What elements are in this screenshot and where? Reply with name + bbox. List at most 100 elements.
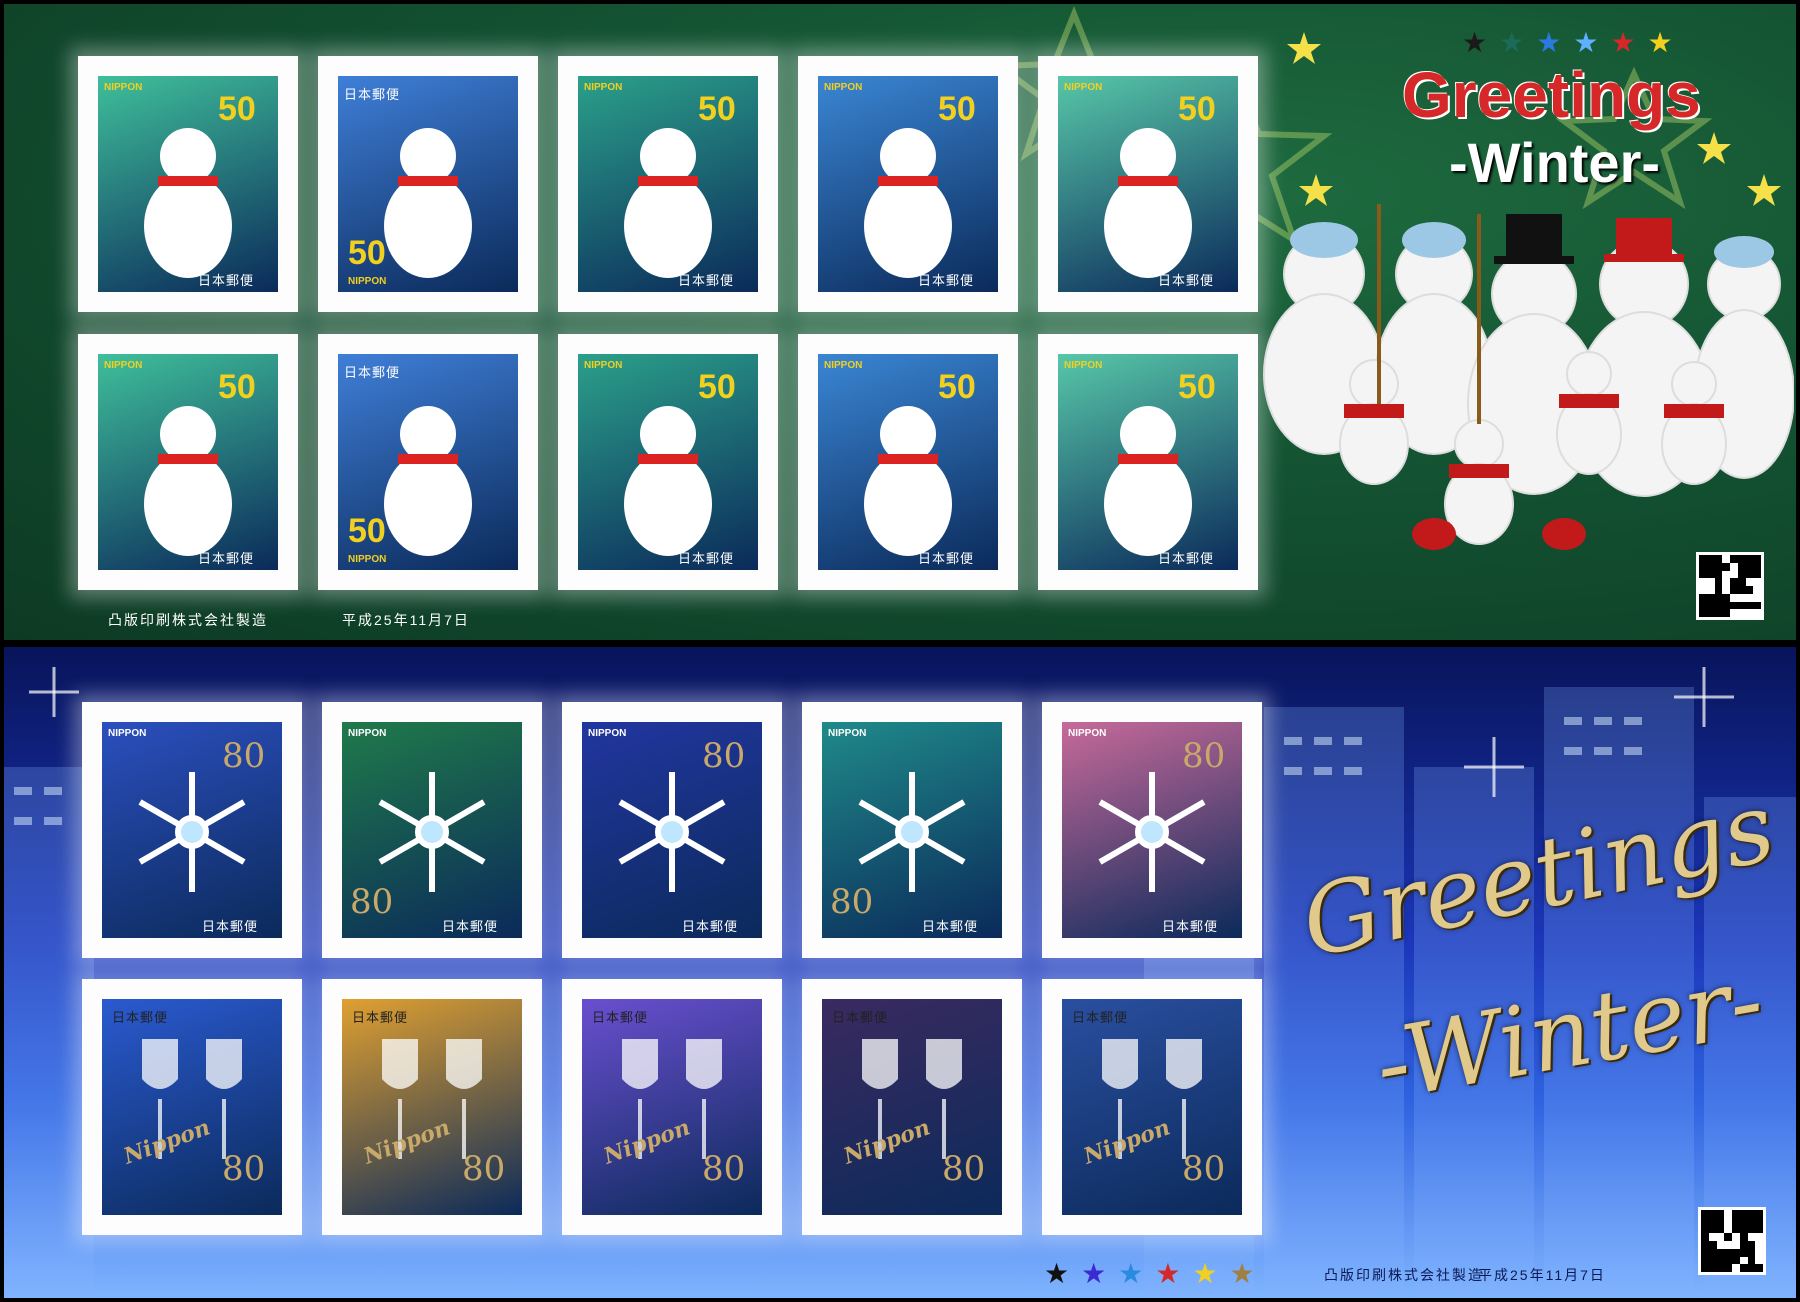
stamp-bottom-sheet-8: 80 Nippon 日本郵便	[562, 979, 782, 1235]
stamp-postal-label: 日本郵便	[1158, 273, 1215, 288]
stamp-denomination: 80	[702, 1149, 746, 1189]
stamp-denomination: 80	[1182, 1149, 1226, 1189]
stamp-country-label: NIPPON	[348, 728, 387, 739]
stamp-postal-label: 日本郵便	[344, 365, 401, 380]
stamp-postal-label: 日本郵便	[112, 1010, 169, 1025]
top-color-stars: ★ ★ ★ ★ ★ ★	[1462, 26, 1673, 59]
color-star-icon: ★	[1573, 27, 1599, 58]
stamp-denomination: 50	[1178, 90, 1216, 128]
stamp-postal-label: 日本郵便	[918, 551, 975, 566]
stamp-postal-label: 日本郵便	[1072, 1010, 1129, 1025]
stamp-postal-label: 日本郵便	[1162, 919, 1219, 934]
color-star-icon: ★	[1118, 1258, 1144, 1289]
stamp-denomination: 50	[698, 90, 736, 128]
stamp-top-sheet-6: 50 NIPPON 日本郵便	[78, 334, 298, 590]
stamp-bottom-sheet-3: 80 NIPPON 日本郵便	[562, 702, 782, 958]
bottom-color-stars: ★ ★ ★ ★ ★ ★	[1044, 1257, 1255, 1290]
top-printer-imprint: 凸版印刷株式会社製造	[108, 612, 268, 628]
stamp-country-label: NIPPON	[584, 360, 623, 371]
stamp-bottom-sheet-7: 80 Nippon 日本郵便	[322, 979, 542, 1235]
color-star-icon: ★	[1155, 1258, 1181, 1289]
stamp-postal-label: 日本郵便	[678, 551, 735, 566]
stamp-bottom-sheet-6: 80 Nippon 日本郵便	[82, 979, 302, 1235]
stamp-top-sheet-3: 50 NIPPON 日本郵便	[558, 56, 778, 312]
stamp-country-label: NIPPON	[588, 728, 627, 739]
stamp-denomination: 50	[938, 368, 976, 406]
stamp-country-label: NIPPON	[348, 276, 387, 287]
stamp-denomination: 50	[218, 368, 256, 406]
stamp-top-sheet-4: 50 NIPPON 日本郵便	[798, 56, 1018, 312]
color-star-icon: ★	[1647, 27, 1673, 58]
stamp-denomination: 80	[1182, 736, 1226, 776]
stamp-postal-label: 日本郵便	[678, 273, 735, 288]
stamp-denomination: 80	[222, 1149, 266, 1189]
stamp-denomination: 80	[462, 1149, 506, 1189]
bottom-printer-imprint: 凸版印刷株式会社製造	[1324, 1267, 1484, 1283]
bottom-qr-code	[1698, 1207, 1766, 1275]
stamp-denomination: 80	[350, 882, 394, 922]
stamp-country-label: NIPPON	[1064, 360, 1103, 371]
stamp-country-label: NIPPON	[348, 554, 387, 565]
stamp-postal-label: 日本郵便	[198, 551, 255, 566]
stamp-denomination: 80	[942, 1149, 986, 1189]
stamp-denomination: 50	[348, 234, 386, 272]
stamp-country-label: NIPPON	[1068, 728, 1107, 739]
stamp-bottom-sheet-5: 80 NIPPON 日本郵便	[1042, 702, 1262, 958]
stamp-bottom-sheet-4: 80 NIPPON 日本郵便	[802, 702, 1022, 958]
stamp-denomination: 50	[1178, 368, 1216, 406]
stamp-country-label: NIPPON	[584, 82, 623, 93]
stamp-top-sheet-5: 50 NIPPON 日本郵便	[1038, 56, 1258, 312]
stamp-country-label: NIPPON	[104, 82, 143, 93]
stamp-denomination: 80	[830, 882, 874, 922]
stamp-top-sheet-2: 50 NIPPON 日本郵便	[318, 56, 538, 312]
stamp-top-sheet-8: 50 NIPPON 日本郵便	[558, 334, 778, 590]
stamp-postal-label: 日本郵便	[682, 919, 739, 934]
top-qr-code	[1696, 552, 1764, 620]
stamp-postal-label: 日本郵便	[832, 1010, 889, 1025]
top-title-greetings: Greetings	[1402, 59, 1701, 131]
stamp-denomination: 80	[702, 736, 746, 776]
color-star-icon: ★	[1229, 1258, 1255, 1289]
stamp-denomination: 50	[698, 368, 736, 406]
stamp-postal-label: 日本郵便	[922, 919, 979, 934]
stamp-country-label: NIPPON	[1064, 82, 1103, 93]
stamp-top-sheet-9: 50 NIPPON 日本郵便	[798, 334, 1018, 590]
color-star-icon: ★	[1462, 27, 1488, 58]
stamp-postal-label: 日本郵便	[592, 1010, 649, 1025]
stamp-postal-label: 日本郵便	[198, 273, 255, 288]
stamp-postal-label: 日本郵便	[352, 1010, 409, 1025]
blue-stamp-sheet: 80 NIPPON 日本郵便 80 NIPPON 日本郵便 80 NIPPON 日本郵便 80 NI…	[4, 647, 1796, 1298]
green-stamp-sheet: 50 NIPPON 日本郵便 50 NIPPON 日本郵便 50 NIPPON 日本郵便 50 NI…	[4, 4, 1796, 640]
stamp-country-label: NIPPON	[824, 360, 863, 371]
stamp-bottom-sheet-1: 80 NIPPON 日本郵便	[82, 702, 302, 958]
stamp-country-label: NIPPON	[104, 360, 143, 371]
snowman-group-illustration	[1263, 204, 1794, 550]
color-star-icon: ★	[1081, 1258, 1107, 1289]
stamp-sheets-image: 50 NIPPON 日本郵便 50 NIPPON 日本郵便 50 NIPPON 日本郵便 50 NI…	[0, 0, 1800, 1302]
stamp-top-sheet-1: 50 NIPPON 日本郵便	[78, 56, 298, 312]
stamp-country-label: NIPPON	[824, 82, 863, 93]
stamp-top-sheet-10: 50 NIPPON 日本郵便	[1038, 334, 1258, 590]
top-issue-date: 平成25年11月7日	[342, 612, 470, 628]
stamp-postal-label: 日本郵便	[442, 919, 499, 934]
color-star-icon: ★	[1192, 1258, 1218, 1289]
stamp-postal-label: 日本郵便	[1158, 551, 1215, 566]
top-title-winter: -Winter-	[1449, 131, 1661, 194]
stamp-bottom-sheet-2: 80 NIPPON 日本郵便	[322, 702, 542, 958]
stamp-bottom-sheet-10: 80 Nippon 日本郵便	[1042, 979, 1262, 1235]
bottom-issue-date: 平成25年11月7日	[1478, 1267, 1606, 1283]
stamp-denomination: 50	[348, 512, 386, 550]
stamp-denomination: 50	[938, 90, 976, 128]
stamp-country-label: NIPPON	[828, 728, 867, 739]
stamp-postal-label: 日本郵便	[344, 87, 401, 102]
stamp-postal-label: 日本郵便	[918, 273, 975, 288]
stamp-country-label: NIPPON	[108, 728, 147, 739]
color-star-icon: ★	[1610, 27, 1636, 58]
stamp-denomination: 80	[222, 736, 266, 776]
stamp-denomination: 50	[218, 90, 256, 128]
color-star-icon: ★	[1536, 27, 1562, 58]
stamp-top-sheet-7: 50 NIPPON 日本郵便	[318, 334, 538, 590]
stamp-postal-label: 日本郵便	[202, 919, 259, 934]
color-star-icon: ★	[1044, 1258, 1070, 1289]
stamp-bottom-sheet-9: 80 Nippon 日本郵便	[802, 979, 1022, 1235]
